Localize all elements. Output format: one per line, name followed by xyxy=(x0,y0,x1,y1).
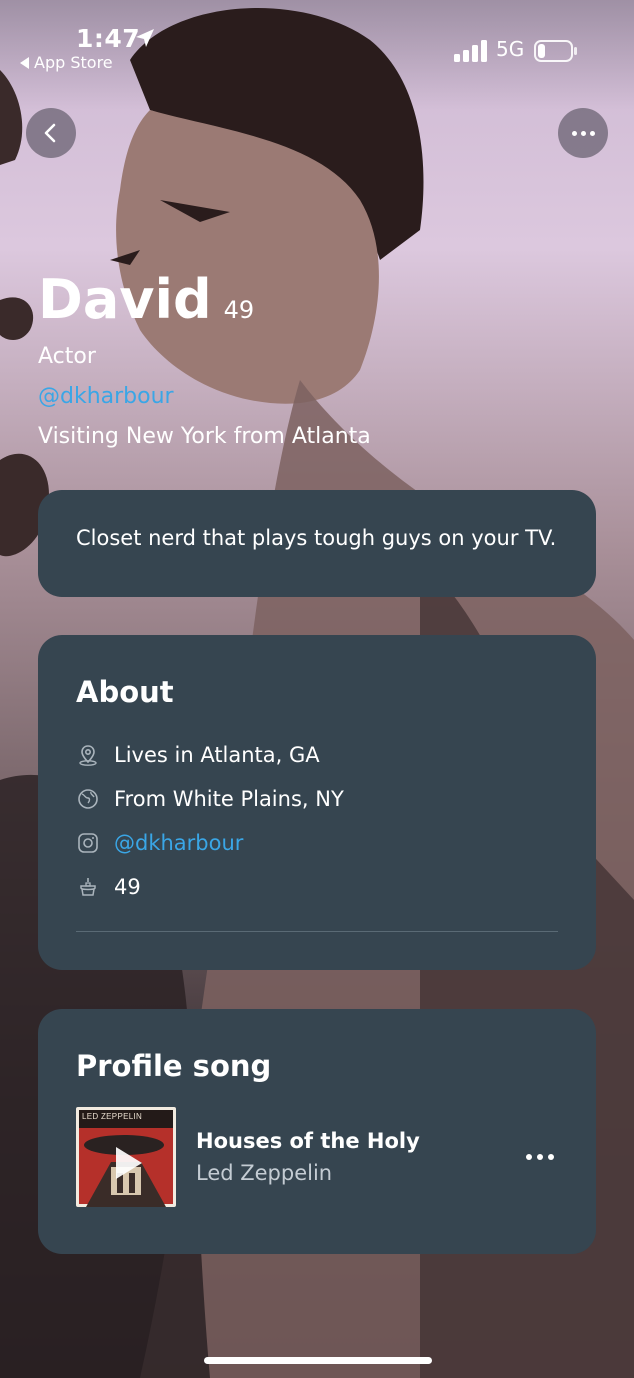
about-item-instagram[interactable]: @dkharbour xyxy=(76,821,558,865)
album-art-image xyxy=(76,1107,176,1207)
profile-handle-link[interactable]: @dkharbour xyxy=(38,384,174,409)
song-info: Houses of the Holy Led Zeppelin xyxy=(196,1129,526,1185)
song-artist: Led Zeppelin xyxy=(196,1161,333,1185)
chevron-left-icon xyxy=(44,123,56,143)
about-title: About xyxy=(76,675,174,709)
about-item-age: 49 xyxy=(76,865,558,909)
album-art[interactable]: LED ZEPPELIN xyxy=(76,1107,176,1207)
more-dot xyxy=(548,1154,554,1160)
network-type: 5G xyxy=(496,37,525,61)
more-horizontal-icon xyxy=(571,130,595,136)
back-to-app-store[interactable]: App Store xyxy=(20,53,113,72)
instagram-icon xyxy=(78,833,98,853)
location-pin-icon xyxy=(79,745,97,766)
battery-icon xyxy=(534,40,577,62)
song-more-button[interactable] xyxy=(526,1154,554,1160)
location-arrow-icon xyxy=(136,29,154,47)
profile-age: 49 xyxy=(223,296,255,324)
about-item-text: 49 xyxy=(114,875,141,899)
status-time: 1:47 xyxy=(76,24,141,53)
profile-song-card: Profile song LED ZEPPELIN Houses of the … xyxy=(38,1009,596,1254)
profile-visiting: Visiting New York from Atlanta xyxy=(38,424,371,449)
song-title: Houses of the Holy xyxy=(196,1129,420,1153)
more-dot xyxy=(537,1154,543,1160)
album-art-text: LED ZEPPELIN xyxy=(82,1112,143,1121)
cellular-signal-icon xyxy=(454,40,487,62)
back-triangle-icon xyxy=(20,56,29,69)
bio-text: Closet nerd that plays tough guys on you… xyxy=(76,526,557,550)
bio-card: Closet nerd that plays tough guys on you… xyxy=(38,490,596,597)
instagram-link[interactable]: @dkharbour xyxy=(114,831,243,855)
profile-song-title: Profile song xyxy=(76,1049,272,1083)
profile-song-row[interactable]: LED ZEPPELIN Houses of the Holy Led Zepp… xyxy=(76,1107,558,1207)
back-button[interactable] xyxy=(26,108,76,158)
about-card: About Lives in Atlanta, GA From White Pl… xyxy=(38,635,596,970)
profile-name: David xyxy=(38,268,212,331)
about-divider xyxy=(76,931,558,932)
more-dot xyxy=(526,1154,532,1160)
birthday-cake-icon xyxy=(80,878,96,896)
about-item-hometown: From White Plains, NY xyxy=(76,777,558,821)
about-item-text: Lives in Atlanta, GA xyxy=(114,743,320,767)
about-item-location: Lives in Atlanta, GA xyxy=(76,733,558,777)
more-options-button[interactable] xyxy=(558,108,608,158)
back-app-label: App Store xyxy=(34,53,113,72)
profile-occupation: Actor xyxy=(38,344,96,369)
about-item-text: From White Plains, NY xyxy=(114,787,344,811)
home-indicator[interactable] xyxy=(204,1357,432,1364)
profile-name-row: David 49 xyxy=(38,268,254,331)
globe-icon xyxy=(78,789,98,809)
